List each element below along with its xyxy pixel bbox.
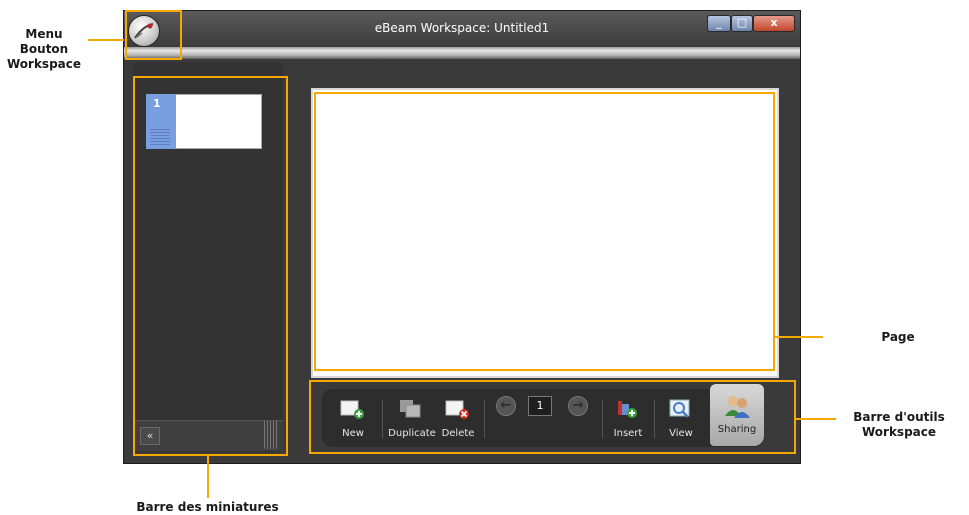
page-highlight bbox=[314, 92, 775, 371]
menu-annotation-line3: Workspace bbox=[6, 57, 82, 71]
toolbar-annotation: Barre d'outils Workspace bbox=[836, 410, 962, 440]
menu-button-highlight bbox=[125, 10, 182, 60]
toolbar-annotation-line2: Workspace bbox=[861, 425, 937, 439]
menu-leader-line bbox=[88, 39, 124, 41]
page-leader-line bbox=[775, 336, 823, 338]
maximize-button[interactable]: □ bbox=[731, 15, 753, 32]
toolbar-leader-line bbox=[796, 418, 836, 420]
page-annotation: Page bbox=[881, 330, 915, 344]
menu-annotation-line2: Bouton bbox=[19, 42, 69, 56]
close-button[interactable]: x bbox=[753, 15, 795, 32]
minimize-button[interactable]: _ bbox=[707, 15, 731, 32]
menu-annotation: Menu Bouton Workspace bbox=[0, 27, 88, 72]
toolbar-annotation-line1: Barre d'outils bbox=[853, 410, 945, 424]
thumbnail-bar-highlight bbox=[133, 76, 288, 456]
title-bar: eBeam Workspace: Untitled1 _ □ x bbox=[124, 11, 800, 47]
toolbar-highlight bbox=[309, 380, 796, 454]
thumbnail-annotation: Barre des miniatures bbox=[136, 500, 279, 514]
menu-annotation-line1: Menu bbox=[25, 27, 63, 41]
thumbnail-leader-line bbox=[207, 456, 209, 498]
window-title: eBeam Workspace: Untitled1 bbox=[374, 21, 550, 35]
header-stripe bbox=[124, 47, 800, 59]
